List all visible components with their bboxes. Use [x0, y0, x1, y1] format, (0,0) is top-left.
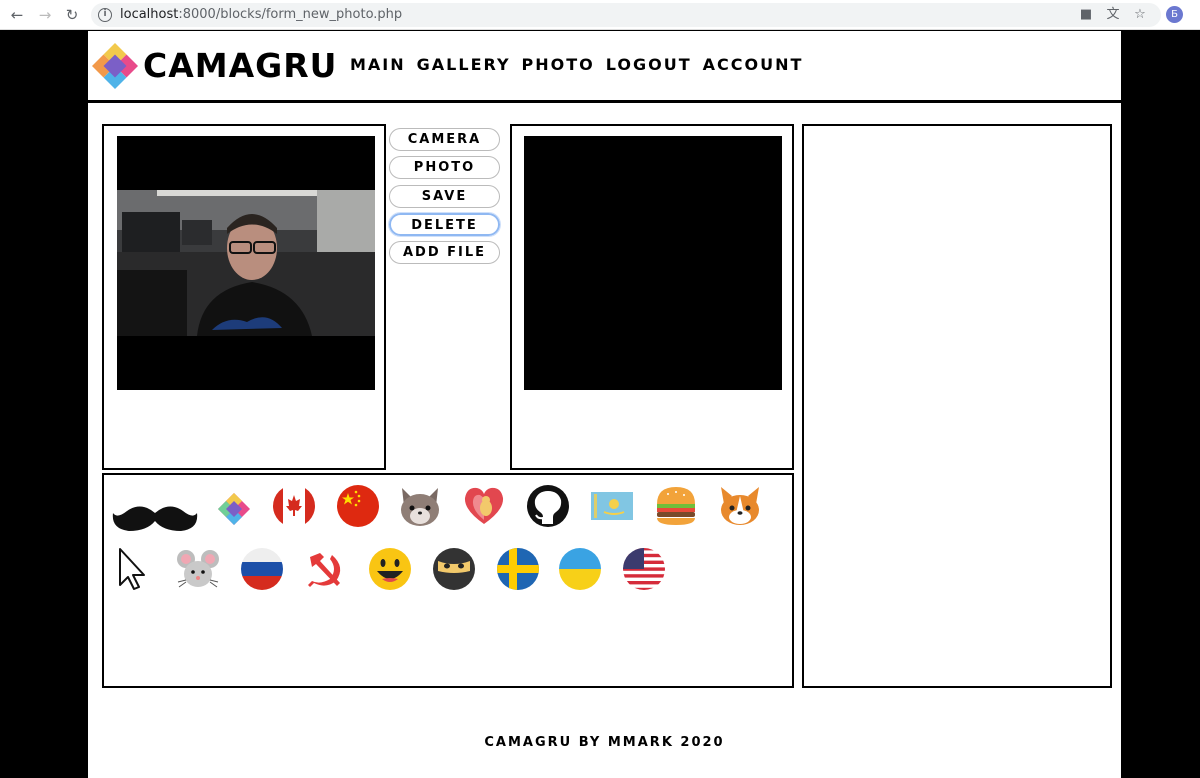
usa-flag-icon[interactable] [622, 547, 666, 591]
photo-controls: CAMERA PHOTO SAVE DELETE ADD FILE [388, 128, 502, 269]
result-canvas [524, 136, 782, 390]
burger-icon[interactable] [654, 484, 698, 528]
browser-toolbar: ← → ↻ i localhost:8000/blocks/form_new_p… [0, 0, 1200, 30]
webcam-feed-image [117, 190, 375, 336]
russia-flag-icon[interactable] [240, 547, 284, 591]
sweden-flag-icon[interactable] [496, 547, 540, 591]
add-file-button[interactable]: ADD FILE [389, 241, 500, 265]
main-menu: MAIN GALLERY PHOTO LOGOUT ACCOUNT [350, 55, 803, 74]
webcam-video [117, 136, 375, 390]
site-header: CAMAGRU MAIN GALLERY PHOTO LOGOUT ACCOUN… [88, 31, 1121, 103]
china-flag-icon[interactable] [336, 484, 380, 528]
user-gallery-panel [802, 124, 1112, 688]
site-footer: CAMAGRU BY MMARK 2020 [484, 735, 725, 750]
star-icon[interactable]: ☆ [1131, 6, 1149, 24]
translate-icon[interactable]: 文 [1104, 6, 1122, 24]
photo-button[interactable]: PHOTO [389, 156, 500, 180]
delete-button[interactable]: DELETE [388, 211, 501, 237]
webcam-panel [102, 124, 386, 470]
mustache-icon[interactable] [111, 493, 199, 537]
ukraine-flag-icon[interactable] [558, 547, 602, 591]
cat-icon[interactable] [398, 484, 442, 528]
corgi-icon[interactable] [718, 484, 762, 528]
reload-icon[interactable]: ↻ [62, 5, 82, 25]
camera-button[interactable]: CAMERA [389, 128, 500, 151]
forward-icon[interactable]: → [35, 5, 55, 25]
save-button[interactable]: SAVE [389, 184, 500, 208]
menu-item-logout[interactable]: LOGOUT [606, 55, 692, 74]
mouse-icon[interactable] [176, 547, 220, 591]
hammer-sickle-icon[interactable] [304, 547, 348, 591]
brand-name[interactable]: CAMAGRU [143, 46, 337, 85]
back-icon[interactable]: ← [7, 5, 27, 25]
url-text[interactable]: localhost:8000/blocks/form_new_photo.php [120, 7, 402, 22]
camagru-logo-icon[interactable] [218, 493, 250, 525]
heart-dog-icon[interactable] [462, 484, 506, 528]
page: CAMAGRU MAIN GALLERY PHOTO LOGOUT ACCOUN… [88, 31, 1121, 778]
address-bar[interactable]: i localhost:8000/blocks/form_new_photo.p… [91, 3, 1161, 27]
kazakhstan-flag-icon[interactable] [590, 484, 634, 528]
github-icon[interactable] [526, 484, 570, 528]
menu-item-account[interactable]: ACCOUNT [703, 55, 804, 74]
result-panel [510, 124, 794, 470]
camagru-logo-icon[interactable] [92, 43, 138, 89]
ninja-icon[interactable] [432, 547, 476, 591]
info-icon[interactable]: i [98, 8, 112, 22]
cursor-icon[interactable] [114, 547, 158, 591]
smiley-icon[interactable] [368, 547, 412, 591]
avatar[interactable]: Б [1166, 6, 1183, 23]
menu-item-main[interactable]: MAIN [350, 55, 406, 74]
canada-flag-icon[interactable] [272, 484, 316, 528]
menu-item-photo[interactable]: PHOTO [522, 55, 595, 74]
stickers-panel [102, 473, 794, 688]
menu-item-gallery[interactable]: GALLERY [417, 55, 511, 74]
camera-icon[interactable]: ■ [1077, 6, 1095, 24]
